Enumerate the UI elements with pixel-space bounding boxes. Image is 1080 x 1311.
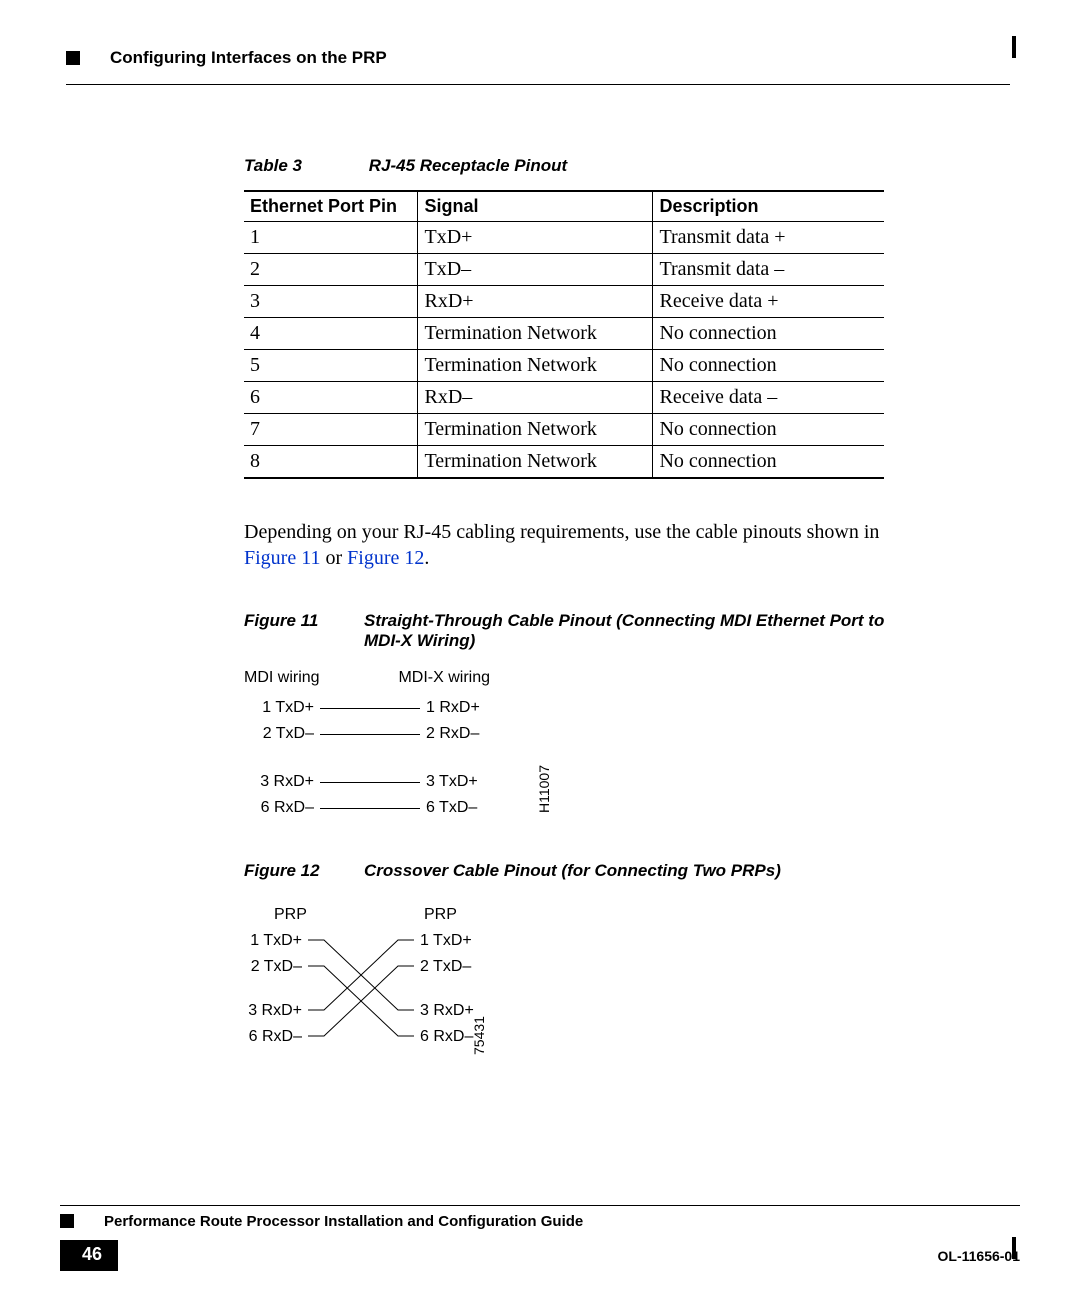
fig11-row: 2 TxD– 2 RxD– — [244, 721, 574, 747]
fig11-row: 6 RxD– 6 TxD– — [244, 795, 574, 821]
figure11-number: Figure 11 — [244, 611, 364, 651]
fig11-drawing-id: H11007 — [536, 765, 552, 813]
fig11-left-head: MDI wiring — [244, 669, 394, 687]
figure12-number: Figure 12 — [244, 861, 364, 881]
table-row: 6 RxD– Receive data – — [244, 382, 884, 414]
figure11-title: Straight-Through Cable Pinout (Connectin… — [364, 611, 894, 651]
fig12-drawing-id: 75431 — [471, 1016, 487, 1055]
svg-text:6 RxD–: 6 RxD– — [249, 1028, 302, 1045]
link-figure12[interactable]: Figure 12 — [347, 547, 424, 569]
table-row: 2 TxD– Transmit data – — [244, 254, 884, 286]
svg-text:3 RxD+: 3 RxD+ — [420, 1002, 474, 1019]
svg-text:1 TxD+: 1 TxD+ — [250, 932, 302, 949]
fig12-left-head: PRP — [274, 906, 307, 923]
guide-title: Performance Route Processor Installation… — [104, 1213, 583, 1230]
svg-text:2 TxD–: 2 TxD– — [420, 958, 471, 975]
page-header: Configuring Interfaces on the PRP — [66, 48, 1010, 88]
th-pin: Ethernet Port Pin — [244, 191, 418, 222]
page-footer: Performance Route Processor Installation… — [60, 1205, 1020, 1271]
svg-text:1 TxD+: 1 TxD+ — [420, 932, 472, 949]
body-paragraph: Depending on your RJ-45 cabling requirem… — [244, 519, 894, 571]
fig12-right-head: PRP — [424, 906, 457, 923]
svg-text:3 RxD+: 3 RxD+ — [248, 1002, 302, 1019]
page-number-badge: 46 — [60, 1240, 118, 1271]
fig11-row: 3 RxD+ 3 TxD+ — [244, 769, 574, 795]
th-desc: Description — [653, 191, 884, 222]
table3-title: RJ-45 Receptacle Pinout — [369, 156, 567, 175]
page-edge-marker-icon — [1012, 1237, 1016, 1259]
fig11-right-head: MDI-X wiring — [398, 669, 548, 687]
document-id: OL-11656-01 — [938, 1248, 1021, 1264]
crossover-svg-icon: PRP PRP 1 TxD+ 2 TxD– 3 RxD+ 6 RxD– 1 Tx… — [244, 905, 564, 1065]
wire-line-icon — [320, 782, 420, 783]
footer-marker-icon — [60, 1214, 74, 1228]
figure12-title: Crossover Cable Pinout (for Connecting T… — [364, 861, 781, 881]
rj45-pinout-table: Ethernet Port Pin Signal Description 1 T… — [244, 190, 884, 479]
wire-line-icon — [320, 708, 420, 709]
footer-rule — [60, 1205, 1020, 1206]
table-row: 3 RxD+ Receive data + — [244, 286, 884, 318]
svg-text:2 TxD–: 2 TxD– — [251, 958, 302, 975]
table-row: 1 TxD+ Transmit data + — [244, 222, 884, 254]
table3-caption: Table 3 RJ-45 Receptacle Pinout — [244, 156, 894, 176]
header-rule — [66, 84, 1010, 85]
table-row: 5 Termination Network No connection — [244, 350, 884, 382]
svg-text:6 RxD–: 6 RxD– — [420, 1028, 473, 1045]
th-signal: Signal — [418, 191, 653, 222]
wire-line-icon — [320, 734, 420, 735]
table-row: 8 Termination Network No connection — [244, 446, 884, 479]
table-row: 4 Termination Network No connection — [244, 318, 884, 350]
figure11-caption: Figure 11 Straight-Through Cable Pinout … — [244, 611, 894, 651]
wire-line-icon — [320, 808, 420, 809]
figure11-diagram: MDI wiring MDI-X wiring 1 TxD+ 1 RxD+ 2 … — [244, 669, 574, 821]
table-row: 7 Termination Network No connection — [244, 414, 884, 446]
table3-number: Table 3 — [244, 156, 364, 176]
section-title: Configuring Interfaces on the PRP — [110, 48, 387, 67]
header-marker-icon — [66, 51, 80, 65]
page-edge-marker-icon — [1012, 36, 1016, 58]
link-figure11[interactable]: Figure 11 — [244, 547, 320, 569]
figure12-diagram: PRP PRP 1 TxD+ 2 TxD– 3 RxD+ 6 RxD– 1 Tx… — [244, 899, 584, 1070]
figure12-caption: Figure 12 Crossover Cable Pinout (for Co… — [244, 861, 894, 881]
fig11-row: 1 TxD+ 1 RxD+ — [244, 695, 574, 721]
